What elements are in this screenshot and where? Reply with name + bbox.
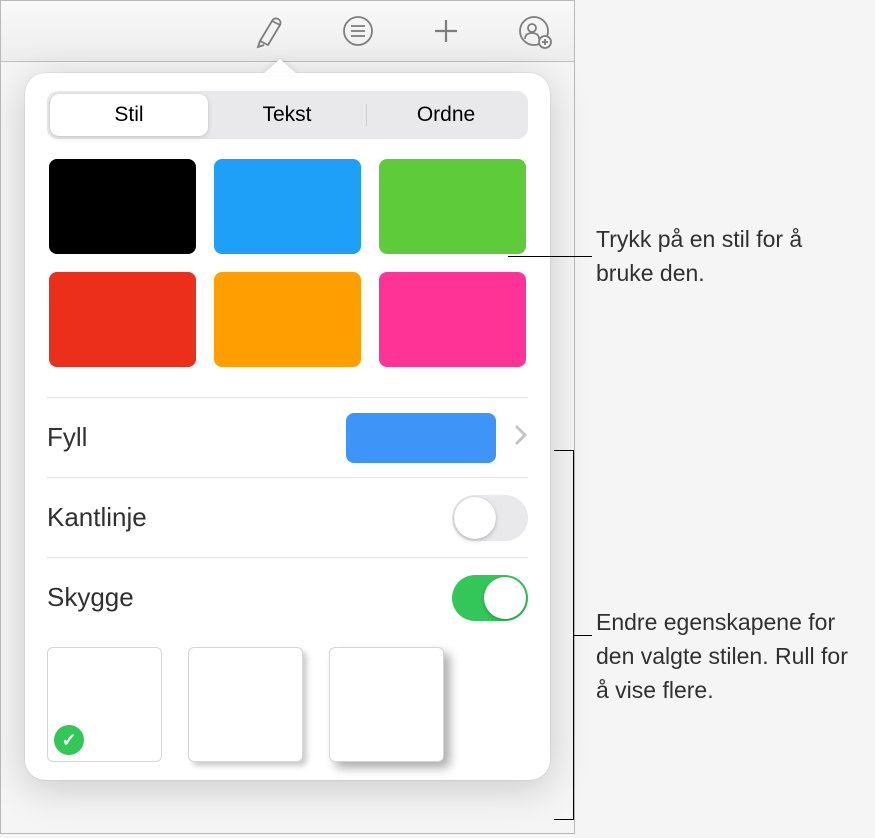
style-swatch-blue[interactable]: [214, 159, 361, 254]
fill-color-swatch[interactable]: [346, 413, 496, 463]
callout-line: [508, 256, 592, 257]
property-border: Kantlinje: [47, 477, 528, 557]
style-swatch-black[interactable]: [49, 159, 196, 254]
style-swatch-red[interactable]: [49, 272, 196, 367]
style-swatch-orange[interactable]: [214, 272, 361, 367]
list-icon[interactable]: [338, 11, 378, 51]
chevron-right-icon: [514, 423, 528, 452]
tab-style-label: Stil: [114, 103, 143, 127]
collaborate-icon[interactable]: [514, 11, 554, 51]
format-icon[interactable]: [250, 11, 290, 51]
toggle-knob: [454, 497, 496, 539]
toolbar: [1, 1, 574, 62]
shadow-label: Skygge: [47, 582, 134, 613]
tab-style[interactable]: Stil: [50, 94, 208, 136]
callout-tick: [574, 635, 592, 636]
tab-text-label: Tekst: [262, 103, 311, 127]
shadow-presets: ✓: [47, 637, 528, 780]
callout-style-tap: Trykk på en stil for å bruke den.: [508, 222, 856, 290]
insert-icon[interactable]: [426, 11, 466, 51]
tab-text[interactable]: Tekst: [208, 94, 366, 136]
callout-text: Trykk på en stil for å bruke den.: [596, 222, 856, 290]
callout-text: Endre egenskapene for den valgte stilen.…: [596, 605, 866, 707]
shadow-preset-soft[interactable]: [188, 647, 303, 762]
fill-control: [346, 413, 528, 463]
shadow-preset-strong[interactable]: [329, 647, 444, 762]
border-toggle[interactable]: [452, 495, 528, 541]
shadow-preset-none[interactable]: ✓: [47, 647, 162, 762]
format-popover: Stil Tekst Ordne Fyll: [25, 73, 550, 780]
style-swatch-green[interactable]: [379, 159, 526, 254]
style-swatch-pink[interactable]: [379, 272, 526, 367]
property-shadow: Skygge: [47, 557, 528, 637]
callout-bracket: [554, 450, 574, 820]
tab-arrange-label: Ordne: [417, 103, 475, 127]
toggle-knob: [484, 577, 526, 619]
fill-label: Fyll: [47, 422, 87, 453]
property-fill[interactable]: Fyll: [47, 397, 528, 477]
callout-properties: Endre egenskapene for den valgte stilen.…: [596, 605, 866, 707]
shadow-toggle[interactable]: [452, 575, 528, 621]
style-presets-grid: [47, 159, 528, 367]
checkmark-icon: ✓: [54, 725, 84, 755]
tab-arrange[interactable]: Ordne: [367, 94, 525, 136]
app-window: Stil Tekst Ordne Fyll: [0, 0, 575, 834]
border-label: Kantlinje: [47, 502, 147, 533]
format-tabs: Stil Tekst Ordne: [47, 91, 528, 139]
